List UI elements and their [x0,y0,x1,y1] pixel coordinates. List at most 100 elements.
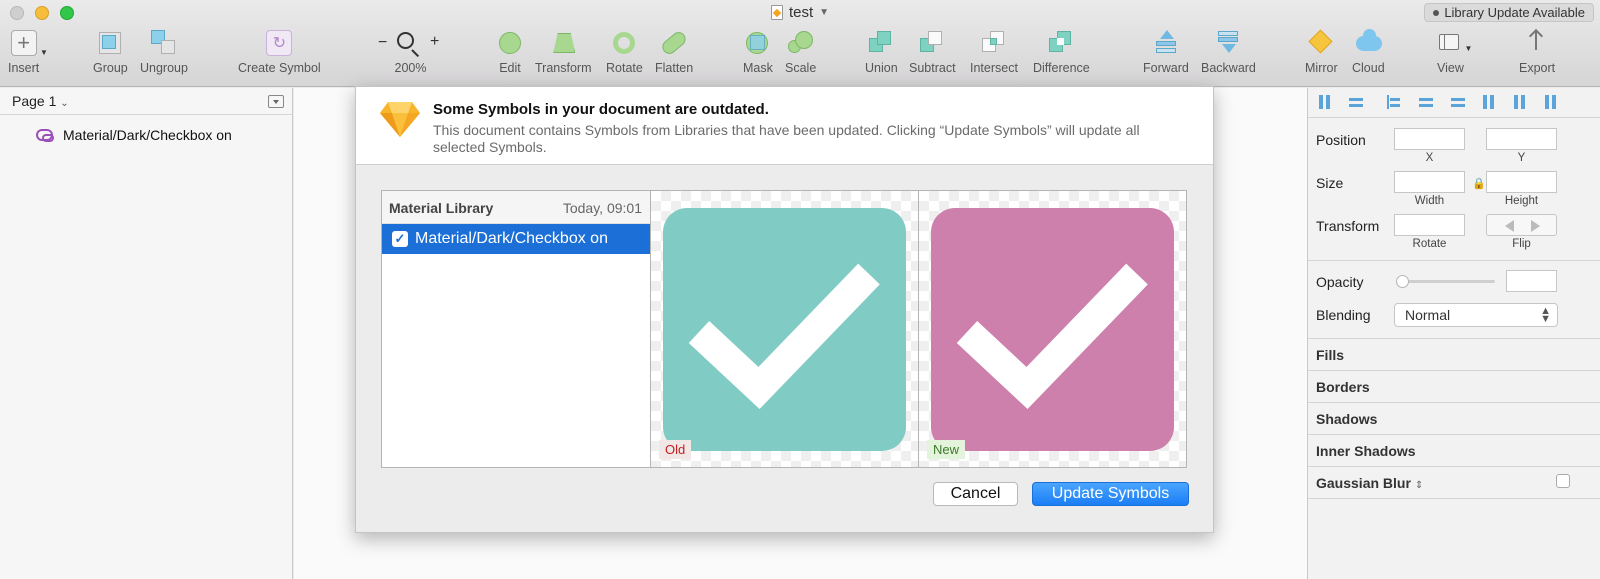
distribute-horizontal-icon[interactable] [1316,94,1334,110]
zoom-window-button[interactable] [60,6,74,20]
mirror-button[interactable]: Mirror [1305,29,1338,75]
view-button[interactable]: ▼ View [1437,30,1472,75]
distribute-vertical-icon[interactable] [1348,94,1366,110]
insert-button[interactable]: Insert [8,30,39,75]
zoom-level[interactable]: 200% [378,61,443,75]
page-selector-label: Page 1 [12,93,57,109]
send-backward-icon [1215,30,1241,56]
alignment-toolbar [1308,88,1600,118]
edit-label: Edit [499,61,521,75]
gaussian-blur-label: Gaussian Blur [1316,475,1411,491]
symbol-icon [266,30,293,56]
checkbox-checked-icon[interactable]: ✓ [392,231,408,247]
forward-button[interactable]: Forward [1143,30,1189,75]
group-label: Group [93,61,128,75]
view-label: View [1437,61,1464,75]
position-x-input[interactable] [1394,128,1465,150]
zoom-out-button[interactable]: − [378,34,387,52]
caret-down-icon[interactable]: ▼ [40,48,48,57]
cloud-icon [1355,29,1383,56]
checkbox-checked-icon [931,208,1174,451]
blending-label: Blending [1316,307,1371,323]
zoom-in-button[interactable]: + [430,33,439,51]
rotate-button[interactable]: Rotate [606,30,643,75]
scale-button[interactable]: Scale [785,30,816,75]
updown-chevron-icon: ▲ ▼ [1540,305,1551,325]
symbol-list-item[interactable]: ✓ Material/Dark/Checkbox on [382,224,650,254]
subtract-button[interactable]: Subtract [909,30,956,75]
lock-icon[interactable]: 🔒 [1472,177,1486,190]
intersect-button[interactable]: Intersect [970,30,1018,75]
position-y-input[interactable] [1486,128,1557,150]
fills-section[interactable]: Fills [1316,347,1344,363]
insert-label: Insert [8,61,40,75]
difference-label: Difference [1033,61,1090,75]
layer-row[interactable]: Material/Dark/Checkbox on [36,127,232,143]
dot-icon [1433,9,1440,16]
close-window-button[interactable] [10,6,24,20]
backward-button[interactable]: Backward [1201,30,1256,75]
opacity-slider-track[interactable] [1400,280,1495,283]
update-symbols-button[interactable]: Update Symbols [1032,482,1189,506]
align-top-icon[interactable] [1480,94,1498,110]
flatten-icon [659,29,689,57]
document-title-text: test [788,4,814,21]
caret-down-icon: ▼ [1464,44,1473,53]
document-title[interactable]: test ▼ [770,4,830,21]
export-label: Export [1519,61,1556,75]
difference-icon [1048,30,1074,56]
rotate-input[interactable] [1394,214,1465,236]
chevron-down-icon: ⌄ [60,98,69,109]
dialog-message: This document contains Symbols from Libr… [433,122,1140,155]
rotate-label: Rotate [1412,238,1447,250]
subtract-icon [919,30,945,56]
cancel-button[interactable]: Cancel [933,482,1018,506]
borders-section[interactable]: Borders [1316,379,1370,395]
edit-button[interactable]: Edit [497,30,523,75]
union-button[interactable]: Union [865,30,898,75]
width-input[interactable] [1394,171,1465,193]
align-middle-vertical-icon[interactable] [1511,94,1529,110]
minimize-window-button[interactable] [35,6,49,20]
mirror-label: Mirror [1305,61,1338,75]
sketch-diamond-icon [380,102,420,137]
flatten-button[interactable]: Flatten [655,29,693,75]
transform-button[interactable]: Transform [535,30,592,75]
checkbox-checked-icon [663,208,906,451]
chevron-down-icon: ▼ [819,7,830,18]
ungroup-button[interactable]: Ungroup [140,30,188,75]
scale-label: Scale [785,61,817,75]
mask-button[interactable]: Mask [743,30,773,75]
create-symbol-button[interactable]: Create Symbol [238,30,321,75]
union-label: Union [865,61,898,75]
collapse-pages-icon[interactable] [268,95,284,108]
symbol-list-item-label: Material/Dark/Checkbox on [415,230,608,247]
subtract-label: Subtract [909,61,956,75]
flip-buttons[interactable] [1486,214,1557,236]
opacity-input[interactable] [1506,270,1557,292]
page-selector[interactable]: Page 1 ⌄ [12,93,69,109]
opacity-slider-knob[interactable] [1396,275,1409,288]
group-button[interactable]: Group [93,30,128,75]
height-input[interactable] [1486,171,1557,193]
align-bottom-icon[interactable] [1542,94,1560,110]
new-tag: New [927,440,966,459]
cloud-button[interactable]: Cloud [1352,29,1385,75]
align-left-icon[interactable] [1386,94,1404,110]
align-right-icon[interactable] [1450,94,1468,110]
rotate-label: Rotate [606,61,643,75]
forward-label: Forward [1143,61,1189,75]
difference-button[interactable]: Difference [1033,30,1090,75]
dialog-header: Some Symbols in your document are outdat… [356,87,1213,165]
scale-icon [787,30,814,56]
shadows-section[interactable]: Shadows [1316,411,1377,427]
height-label: Height [1504,195,1539,207]
blending-select[interactable]: Normal ▲ ▼ [1394,303,1558,327]
align-center-horizontal-icon[interactable] [1418,94,1436,110]
inner-shadows-section[interactable]: Inner Shadows [1316,443,1416,459]
gaussian-blur-checkbox[interactable] [1556,474,1570,488]
library-update-badge[interactable]: Library Update Available [1424,3,1594,22]
export-button[interactable]: Export [1519,30,1555,75]
gaussian-blur-section[interactable]: Gaussian Blur ⇕ [1316,475,1423,491]
library-date: Today, 09:01 [562,200,642,216]
